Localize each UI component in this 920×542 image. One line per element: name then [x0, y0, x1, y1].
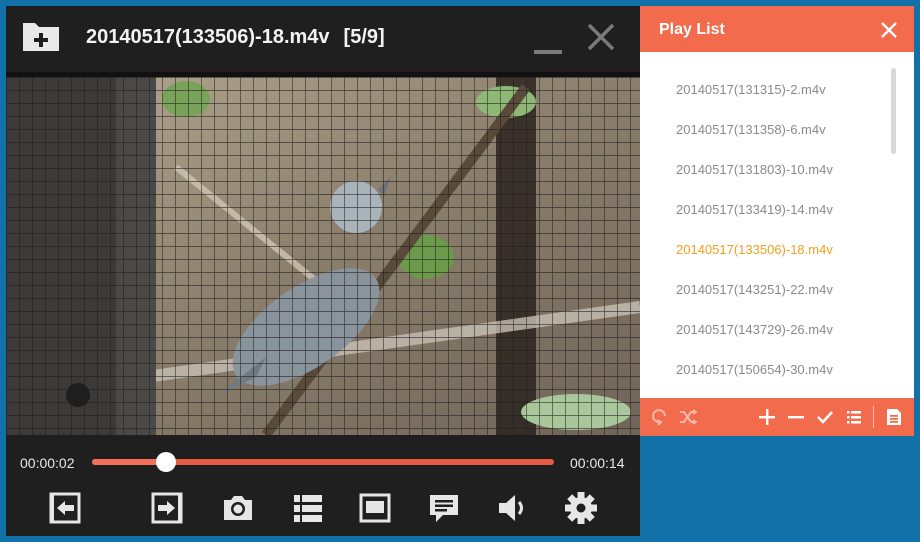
- playlist-scrollbar[interactable]: [891, 68, 896, 154]
- playlist-item[interactable]: 20140517(131315)-2.m4v: [676, 82, 826, 97]
- minimize-button[interactable]: [532, 28, 564, 58]
- playlist-item[interactable]: 20140517(143251)-22.m4v: [676, 282, 833, 297]
- seek-handle[interactable]: [155, 452, 176, 472]
- playback-controls: 00:00:02 00:00:14: [6, 435, 640, 536]
- camera-icon: [224, 496, 252, 520]
- playlist-item[interactable]: 20140517(133419)-14.m4v: [676, 202, 833, 217]
- volume-icon: [499, 495, 523, 521]
- screen-icon: [359, 493, 391, 523]
- remove-item-button[interactable]: [786, 407, 806, 427]
- playlist-items: 20140517(131315)-2.m4v 20140517(131358)-6…: [640, 52, 914, 398]
- subtitle-button[interactable]: [427, 491, 461, 525]
- video-player-window: 20140517(133506)-18.m4v [5/9] 00:00:02 0…: [6, 6, 640, 536]
- add-item-button[interactable]: [757, 407, 777, 427]
- folder-add-icon: [23, 23, 59, 51]
- playlist-item-active[interactable]: 20140517(133506)-18.m4v: [676, 242, 833, 257]
- playlist-item[interactable]: 20140517(131803)-10.m4v: [676, 162, 833, 177]
- total-time: 00:00:14: [570, 455, 625, 471]
- playlist-panel: Play List 20140517(131315)-2.m4v 20140517…: [640, 6, 914, 436]
- toolbar-separator: [873, 406, 874, 428]
- remove-icon: [788, 416, 804, 419]
- player-title-bar: 20140517(133506)-18.m4v [5/9]: [6, 6, 640, 72]
- playlist-toggle-button[interactable]: [291, 491, 325, 525]
- close-icon: [881, 22, 897, 38]
- video-image: [6, 77, 640, 435]
- playlist-title: Play List: [659, 21, 725, 38]
- window-title: 20140517(133506)-18.m4v [5/9]: [86, 26, 385, 49]
- file-name: 20140517(133506)-18.m4v: [86, 26, 330, 48]
- shuffle-button[interactable]: [678, 407, 698, 427]
- screen-mode-button[interactable]: [358, 491, 392, 525]
- list-icon: [294, 495, 322, 522]
- repeat-icon: [652, 409, 666, 426]
- gear-icon: [565, 492, 597, 524]
- video-frame[interactable]: [6, 77, 640, 435]
- save-playlist-button[interactable]: [884, 407, 904, 427]
- playlist-item[interactable]: 20140517(143729)-26.m4v: [676, 322, 833, 337]
- shuffle-icon: [680, 409, 698, 425]
- close-button[interactable]: [586, 22, 616, 52]
- select-button[interactable]: [815, 407, 835, 427]
- previous-button[interactable]: [48, 491, 82, 525]
- playlist-item[interactable]: 20140517(131358)-6.m4v: [676, 122, 826, 137]
- add-icon: [759, 409, 775, 425]
- playlist-toolbar: [640, 398, 914, 436]
- chat-icon: [430, 495, 458, 522]
- seek-bar-fill: [92, 459, 166, 465]
- repeat-button[interactable]: [650, 407, 670, 427]
- playlist-index: [5/9]: [343, 26, 385, 48]
- document-icon: [887, 409, 901, 425]
- volume-button[interactable]: [496, 491, 530, 525]
- playlist-item[interactable]: 20140517(150654)-30.m4v: [676, 362, 833, 377]
- check-icon: [817, 411, 833, 424]
- seek-bar[interactable]: [92, 452, 554, 472]
- previous-icon: [49, 492, 81, 524]
- snapshot-button[interactable]: [221, 491, 255, 525]
- current-time: 00:00:02: [20, 455, 75, 471]
- minimize-icon: [534, 50, 562, 54]
- playlist-header: Play List: [640, 6, 914, 52]
- list-view-button[interactable]: [844, 407, 864, 427]
- list-icon: [847, 411, 861, 424]
- close-icon: [587, 23, 615, 51]
- open-folder-button[interactable]: [21, 19, 61, 53]
- next-icon: [151, 492, 183, 524]
- settings-button[interactable]: [564, 491, 598, 525]
- playlist-close-button[interactable]: [880, 21, 898, 39]
- next-button[interactable]: [150, 491, 184, 525]
